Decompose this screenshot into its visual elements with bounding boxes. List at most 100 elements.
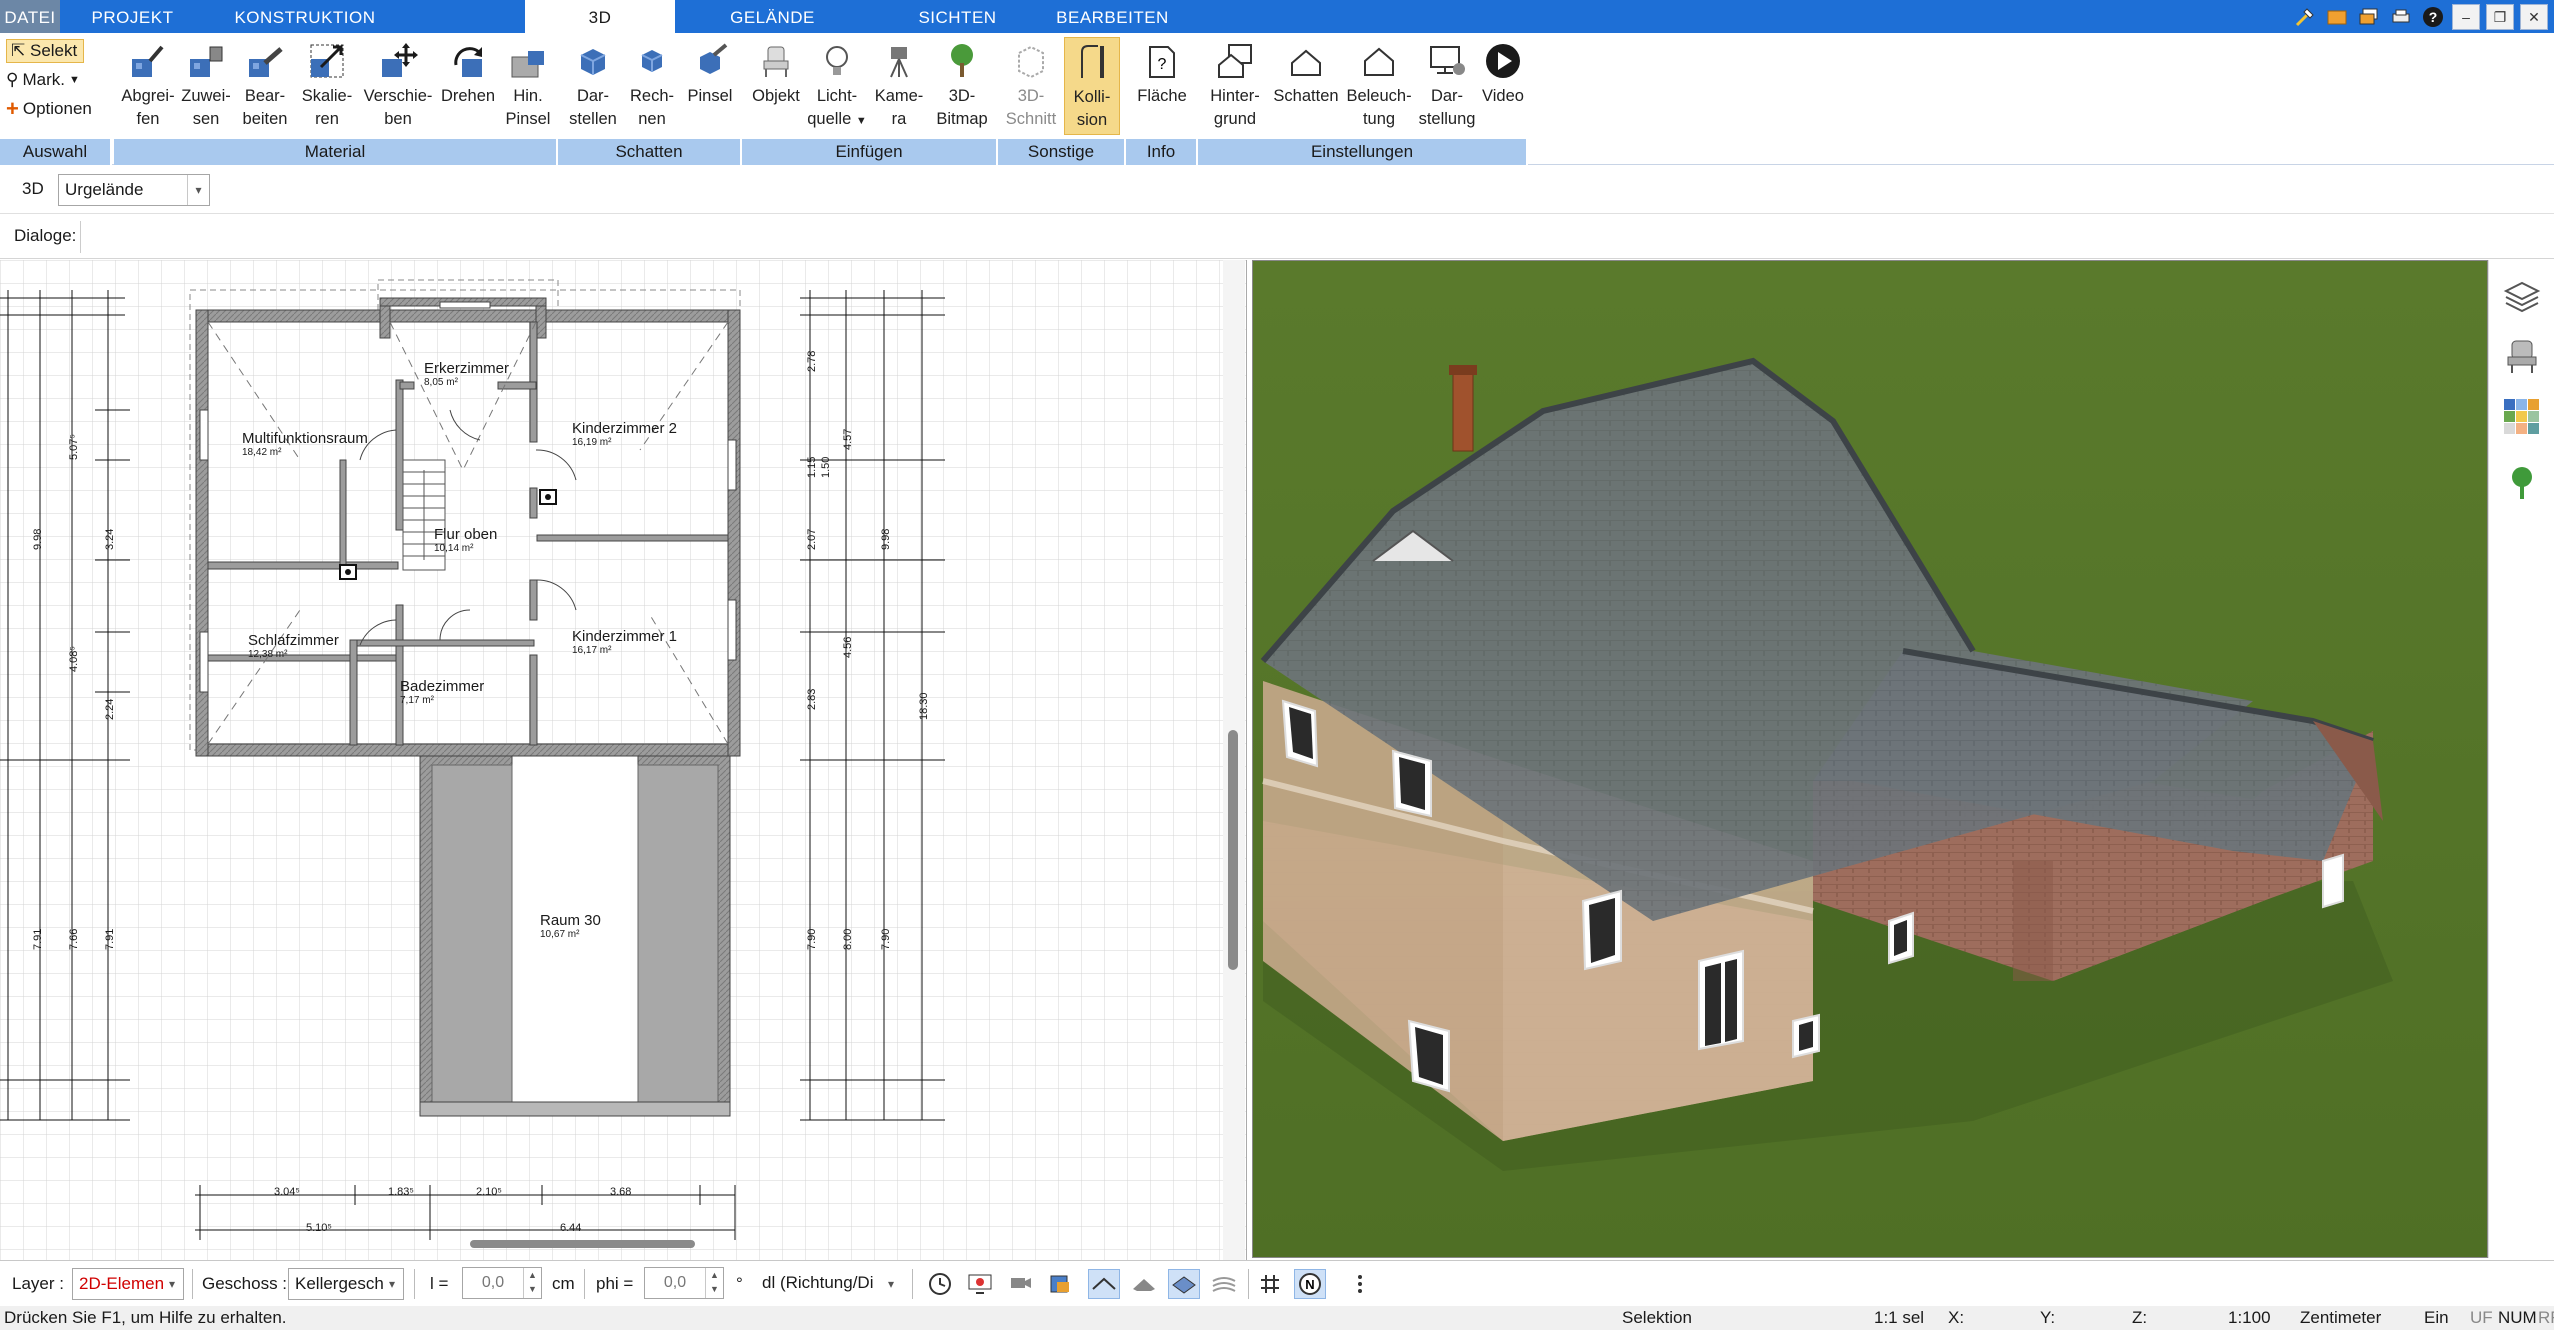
windows-icon[interactable] <box>2356 4 2382 30</box>
video-button[interactable]: Video <box>1480 37 1526 135</box>
schatten-pinsel-button[interactable]: Pinsel <box>682 37 738 135</box>
3d-bitmap-label-1: 3D- <box>948 87 976 105</box>
3d-schnitt-label-2: Schnitt <box>1005 110 1057 128</box>
scroll-thumb[interactable] <box>470 1240 695 1248</box>
hintergrund-button[interactable]: Hinter-grund <box>1202 37 1268 135</box>
tab-sichten[interactable]: SICHTEN <box>890 0 1025 33</box>
dim-label: 7.91 <box>104 928 116 950</box>
folder-icon[interactable] <box>2324 4 2350 30</box>
restore-button[interactable]: ❐ <box>2486 3 2514 30</box>
floor-plan-view[interactable]: Erkerzimmer 8,05 m² Multifunktionsraum 1… <box>0 260 1247 1260</box>
tab-projekt[interactable]: PROJEKT <box>70 0 195 33</box>
dim-label: 4.56 <box>842 636 854 658</box>
tab-konstruktion[interactable]: KONSTRUKTION <box>200 0 410 33</box>
room-area: 7,17 m² <box>400 695 434 706</box>
shadow-display-icon <box>564 37 622 85</box>
selekt-button[interactable]: ⇱ Selekt <box>6 39 85 63</box>
skalieren-button[interactable]: Skalie-ren <box>296 37 358 135</box>
hin-pinsel-button[interactable]: Hin. Pinsel <box>500 37 556 135</box>
hintergrund-label-1: Hinter- <box>1210 87 1260 105</box>
room-area: 10,14 m² <box>434 543 474 554</box>
zuweisen-button[interactable]: Zuwei-sen <box>178 37 234 135</box>
beleuchtung-button[interactable]: Beleuch-tung <box>1344 37 1414 135</box>
darstellung-label-1: Dar- <box>1430 87 1464 105</box>
scale-icon <box>296 37 358 85</box>
kamera-button[interactable]: Kame-ra <box>870 37 928 135</box>
more-options-icon[interactable] <box>1344 1269 1376 1299</box>
3d-bitmap-button[interactable]: 3D- Bitmap <box>930 37 994 135</box>
roof-view-icon[interactable] <box>1088 1269 1120 1299</box>
clock-icon[interactable] <box>924 1269 956 1299</box>
status-unit: Zentimeter <box>2300 1308 2382 1327</box>
print-preview-icon[interactable] <box>1044 1269 1076 1299</box>
darstellen-button[interactable]: Dar-stellen <box>564 37 622 135</box>
monitor-icon[interactable] <box>964 1269 996 1299</box>
floor-plan-canvas <box>0 260 1246 1260</box>
plant-icon[interactable] <box>2499 460 2545 506</box>
room-name: Schlafzimmer <box>248 632 339 649</box>
schatten-settings-button[interactable]: Schatten <box>1270 37 1342 135</box>
tab-datei[interactable]: DATEI <box>0 0 60 33</box>
dim-label: 6.44 <box>560 1222 582 1234</box>
north-icon[interactable]: N <box>1294 1269 1326 1299</box>
layers-icon[interactable] <box>2499 274 2545 320</box>
minimize-button[interactable]: – <box>2452 3 2480 30</box>
grid-icon[interactable] <box>1254 1269 1286 1299</box>
room-label-multifunktionsraum: Multifunktionsraum 18,42 m² <box>242 430 368 458</box>
rechnen-label-2: nen <box>638 110 666 128</box>
group-sonstige: 3D- Schnitt Kolli-sion Sonstige <box>998 33 1126 165</box>
length-input[interactable]: 0,0 ▲ ▼ <box>462 1267 542 1299</box>
dim-label: 1.50 <box>820 456 832 478</box>
tools-icon[interactable] <box>2292 4 2318 30</box>
stepper-arrows[interactable]: ▲ ▼ <box>523 1268 541 1298</box>
direction-combo-value: dl (Richtung/Di <box>762 1273 874 1292</box>
close-button[interactable]: ✕ <box>2520 3 2548 30</box>
phi-input[interactable]: 0,0 ▲ ▼ <box>644 1267 724 1299</box>
chair-icon <box>748 37 804 85</box>
roof-tiles-icon[interactable] <box>1128 1269 1160 1299</box>
kamera-label-1: Kame- <box>874 87 924 105</box>
tab-bearbeiten[interactable]: BEARBEITEN <box>1050 0 1175 33</box>
terrain-combo[interactable]: Urgelände ▾ <box>58 174 210 206</box>
kollision-button[interactable]: Kolli-sion <box>1064 37 1120 135</box>
print-icon[interactable] <box>2388 4 2414 30</box>
chevron-down-icon: ▾ <box>388 1277 396 1291</box>
stepper-arrows[interactable]: ▲ ▼ <box>705 1268 723 1298</box>
geschoss-combo[interactable]: Kellergesch ▾ <box>288 1268 404 1300</box>
3d-view[interactable] <box>1252 260 2488 1258</box>
mark-button[interactable]: ⚲ Mark. ▼ <box>6 70 80 90</box>
help-icon[interactable]: ? <box>2420 4 2446 30</box>
objekt-button[interactable]: Objekt <box>748 37 804 135</box>
scroll-thumb[interactable] <box>1228 730 1238 970</box>
darstellen-label-2: stellen <box>569 110 617 128</box>
darstellen-label-1: Dar- <box>576 87 610 105</box>
bearbeiten-button[interactable]: Bear-beiten <box>236 37 294 135</box>
abgreifen-button[interactable]: Abgrei-fen <box>120 37 176 135</box>
rechnen-button[interactable]: Rech-nen <box>624 37 680 135</box>
furniture-icon[interactable] <box>2499 334 2545 380</box>
tab-gelaende[interactable]: GELÄNDE <box>700 0 845 33</box>
dim-label: 2.07 <box>806 528 818 550</box>
plan-vertical-scrollbar[interactable] <box>1223 260 1245 1260</box>
direction-combo[interactable]: dl (Richtung/Di ▾ <box>756 1268 902 1300</box>
chevron-down-icon: ▼ <box>68 74 80 86</box>
lichtquelle-button[interactable]: Licht-quelle ▼ <box>806 37 868 135</box>
tab-3d[interactable]: 3D <box>525 0 675 34</box>
layer-label: Layer : <box>12 1274 64 1293</box>
flaeche-button[interactable]: ? Fläche <box>1132 37 1192 135</box>
layer-combo[interactable]: 2D-Elemen ▾ <box>72 1268 184 1300</box>
skalieren-label-1: Skalie- <box>301 87 353 105</box>
dim-label: 2.78 <box>806 350 818 372</box>
dim-label: 2.10⁵ <box>476 1186 502 1198</box>
verschieben-button[interactable]: Verschie-ben <box>360 37 436 135</box>
materials-palette-icon[interactable] <box>2499 394 2545 440</box>
optionen-button[interactable]: + Optionen <box>6 98 92 120</box>
floor-plan-layer-icon[interactable] <box>1168 1269 1200 1299</box>
camera-walk-icon[interactable] <box>1004 1269 1036 1299</box>
drehen-button[interactable]: Drehen <box>438 37 498 135</box>
edit-material-icon <box>236 37 294 85</box>
3d-schnitt-button[interactable]: 3D- Schnitt <box>1002 37 1060 135</box>
darstellung-button[interactable]: Dar-stellung <box>1416 37 1478 135</box>
terrain-layer-icon[interactable] <box>1208 1269 1240 1299</box>
chevron-down-icon: ▾ <box>168 1277 176 1291</box>
